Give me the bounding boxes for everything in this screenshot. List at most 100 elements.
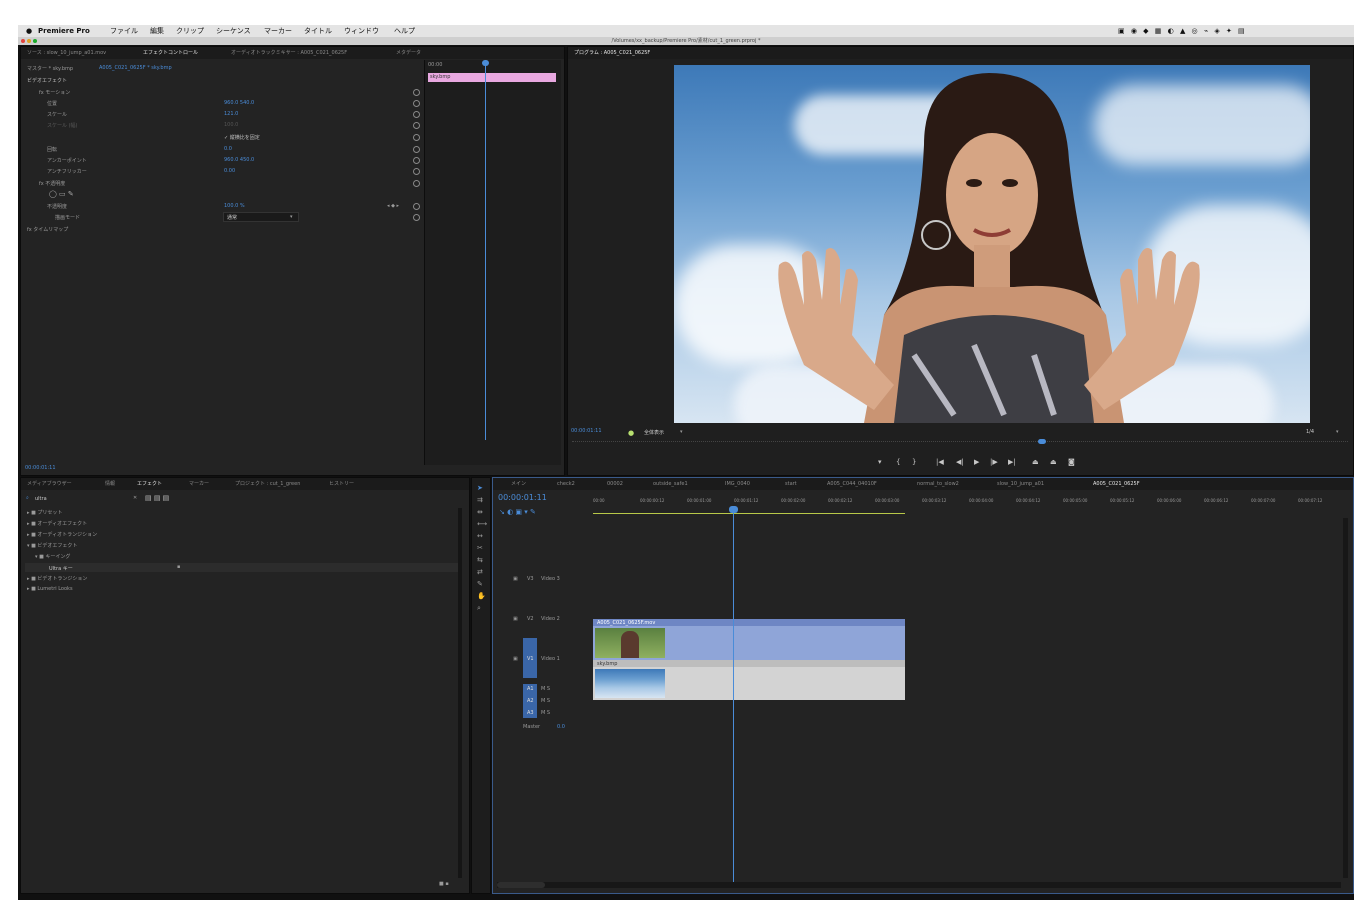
chevron-down-icon[interactable]: ▾ <box>1336 429 1339 435</box>
reset-icon[interactable] <box>413 203 420 210</box>
tab-markers[interactable]: マーカー <box>189 478 209 490</box>
seq-tab[interactable]: 00002 <box>607 478 623 490</box>
master-track-value[interactable]: 0.0 <box>557 724 565 730</box>
param-motion[interactable]: fx モーション <box>39 89 70 96</box>
keyframe-nav-icons[interactable]: ◂ ◆ ▸ <box>387 203 399 209</box>
chevron-down-icon[interactable]: ▾ <box>680 429 683 435</box>
lock-icon[interactable]: ▣ <box>513 576 518 582</box>
hand-tool-icon[interactable]: ✋ <box>477 592 486 600</box>
apple-icon[interactable]: ● <box>26 25 32 37</box>
step-forward-button[interactable]: |▶ <box>990 458 998 466</box>
menu-file[interactable]: ファイル <box>110 25 138 37</box>
tree-audio-transitions[interactable]: ▸ ■ オーディオトランジション <box>27 531 97 538</box>
pen-tool-icon[interactable]: ✎ <box>477 580 483 588</box>
track-id-v1[interactable]: V1 <box>527 656 534 662</box>
rate-stretch-tool-icon[interactable]: ↔ <box>477 532 483 540</box>
play-button[interactable]: ▶ <box>974 458 979 466</box>
zoom-tool-icon[interactable]: ⌕ <box>477 604 481 613</box>
value-rotation[interactable]: 0.0 <box>224 146 232 152</box>
menu-help[interactable]: ヘルプ <box>394 25 415 37</box>
track-id-a1[interactable]: A1 <box>527 686 534 692</box>
new-bin-icon[interactable]: ■ ▪ <box>439 881 449 887</box>
seq-tab[interactable]: check2 <box>557 478 575 490</box>
program-timecode[interactable]: 00:00:01:11 <box>571 428 602 434</box>
blend-mode-select[interactable]: 通常 ▾ <box>223 212 299 222</box>
reset-icon[interactable] <box>413 122 420 129</box>
value-opacity[interactable]: 100.0 % <box>224 203 245 209</box>
mark-out-button[interactable]: } <box>912 458 916 466</box>
param-opacity-group[interactable]: fx 不透明度 <box>39 180 65 187</box>
clip-v2[interactable]: A005_C021_0625F.mov <box>593 619 905 660</box>
seq-tab[interactable]: start <box>785 478 797 490</box>
uniform-scale-checkbox[interactable]: ✓ 縦横比を固定 <box>224 134 260 141</box>
tree-keying[interactable]: ▾ ■ キーイング <box>35 553 70 560</box>
tree-ultra-key-row[interactable]: Ultra キー ▪ <box>25 563 461 572</box>
timeline-vertical-scrollbar[interactable] <box>1343 518 1348 878</box>
tab-program[interactable]: プログラム : A005_C021_0625F <box>574 47 650 59</box>
tree-audio-effects[interactable]: ▸ ■ オーディオエフェクト <box>27 520 87 527</box>
menu-clip[interactable]: クリップ <box>176 25 204 37</box>
track-id-v2[interactable]: V2 <box>527 616 534 622</box>
menu-marker[interactable]: マーカー <box>264 25 292 37</box>
reset-icon[interactable] <box>413 157 420 164</box>
work-area-bar[interactable] <box>593 513 905 514</box>
extract-button[interactable]: ⏏ <box>1050 458 1057 466</box>
reset-icon[interactable] <box>413 100 420 107</box>
timeline-tool-icons[interactable]: ↘ ◐ ▣ ▾ ✎ <box>499 508 536 516</box>
tab-media-browser[interactable]: メディアブラウザー <box>27 478 72 490</box>
value-scale[interactable]: 121.0 <box>224 111 238 117</box>
reset-icon[interactable] <box>413 168 420 175</box>
mask-tool-icons[interactable]: ◯ ▭ ✎ <box>49 190 74 198</box>
seq-tab[interactable]: A005_C044_04010F <box>827 478 877 490</box>
selection-tool-icon[interactable]: ➤ <box>477 484 483 492</box>
track-id-v3[interactable]: V3 <box>527 576 534 582</box>
timeline-horizontal-scrollbar[interactable] <box>497 882 1341 888</box>
minimize-window-button[interactable] <box>27 39 31 43</box>
tab-info[interactable]: 情報 <box>105 478 115 490</box>
seq-tab[interactable]: slow_10_jump_a01 <box>997 478 1044 490</box>
timeline-timecode[interactable]: 00:00:01:11 <box>498 493 547 502</box>
filter-icons[interactable]: ▤ ▤ ▤ <box>145 494 169 502</box>
value-anti-flicker[interactable]: 0.00 <box>224 168 235 174</box>
tab-history[interactable]: ヒストリー <box>329 478 354 490</box>
mark-in-button[interactable]: { <box>896 458 900 466</box>
ec-playhead-handle[interactable] <box>482 60 489 66</box>
fit-select[interactable]: 全体表示 <box>644 429 664 436</box>
tab-source[interactable]: ソース : slow_10_jump_a01.mov <box>27 47 106 59</box>
tree-video-transitions[interactable]: ▸ ■ ビデオトランジション <box>27 575 87 582</box>
program-playhead[interactable] <box>1037 439 1046 444</box>
reset-icon[interactable] <box>413 180 420 187</box>
menu-edit[interactable]: 編集 <box>150 25 164 37</box>
app-menu[interactable]: Premiere Pro <box>38 25 90 37</box>
program-video-frame[interactable] <box>674 65 1310 423</box>
step-back-button[interactable]: ◀| <box>956 458 964 466</box>
lift-button[interactable]: ⏏ <box>1032 458 1039 466</box>
timeline-playhead-handle[interactable] <box>729 506 738 513</box>
tab-metadata[interactable]: メタデータ <box>396 47 421 59</box>
lock-icon[interactable]: ▣ <box>513 616 518 622</box>
tab-effects[interactable]: エフェクト <box>137 478 162 490</box>
go-to-out-button[interactable]: ▶| <box>1008 458 1016 466</box>
seq-tab[interactable]: IMG_0040 <box>725 478 750 490</box>
tab-audio-mixer[interactable]: オーディオトラックミキサー : A005_C021_0625F <box>231 47 347 59</box>
ec-timecode[interactable]: 00:00:01:11 <box>25 465 56 471</box>
seq-tab[interactable]: outside_safe1 <box>653 478 688 490</box>
ec-playhead[interactable] <box>485 60 486 440</box>
value-position[interactable]: 960.0 540.0 <box>224 100 254 106</box>
program-scrub-bar[interactable] <box>572 439 1348 450</box>
reset-icon[interactable] <box>413 146 420 153</box>
slide-tool-icon[interactable]: ⇄ <box>477 568 483 576</box>
scrollbar-thumb[interactable] <box>497 882 545 888</box>
ec-clip-bar[interactable]: sky.bmp <box>428 73 556 82</box>
value-scale-width[interactable]: 100.0 <box>224 122 238 128</box>
tab-project[interactable]: プロジェクト : cut_1_green <box>235 478 300 490</box>
close-window-button[interactable] <box>21 39 25 43</box>
track-id-a2[interactable]: A2 <box>527 698 534 704</box>
clear-search-icon[interactable]: ✕ <box>133 495 137 501</box>
menu-window[interactable]: ウィンドウ <box>344 25 379 37</box>
resolution-select[interactable]: 1/4 <box>1306 429 1314 435</box>
reset-icon[interactable] <box>413 89 420 96</box>
value-anchor-point[interactable]: 960.0 450.0 <box>224 157 254 163</box>
rolling-edit-tool-icon[interactable]: ⟷ <box>477 520 487 528</box>
seq-tab[interactable]: メイン <box>511 478 526 490</box>
